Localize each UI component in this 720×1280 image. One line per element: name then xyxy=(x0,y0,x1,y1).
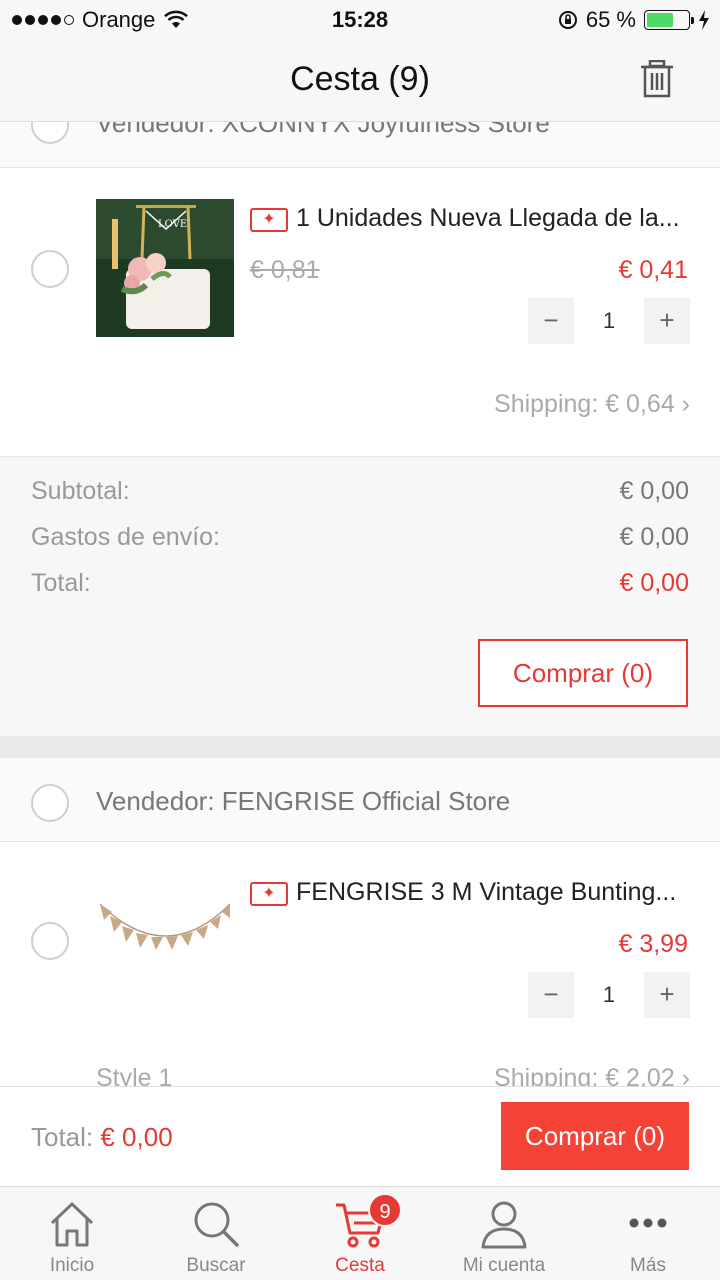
tab-buscar[interactable]: Buscar xyxy=(144,1187,288,1280)
tab-label: Cesta xyxy=(335,1255,385,1276)
cart-list[interactable]: Vendedor: XCONNYX Joyfulness Store LOVE … xyxy=(0,122,720,1086)
account-icon xyxy=(481,1201,527,1249)
status-right: 65 % xyxy=(558,7,710,33)
item-shipping-link[interactable]: Shipping: € 2,02 › xyxy=(494,1064,690,1086)
search-icon xyxy=(194,1202,239,1247)
subtotal-value: € 0,00 xyxy=(619,477,689,505)
tab-label: Mi cuenta xyxy=(462,1255,546,1276)
home-icon xyxy=(50,1202,94,1247)
tab-label: Inicio xyxy=(49,1255,95,1276)
trash-icon[interactable] xyxy=(640,60,674,98)
coupon-badge-icon: ✦ xyxy=(250,208,288,232)
item-shipping-link[interactable]: Shipping: € 0,64 › xyxy=(494,390,690,419)
battery-percent: 65 % xyxy=(585,7,636,32)
seller-select-radio[interactable] xyxy=(31,784,69,822)
svg-text:LOVE: LOVE xyxy=(158,219,187,230)
seller-name: Vendedor: XCONNYX Joyfulness Store xyxy=(96,122,550,138)
item-original-price: € 0,81 xyxy=(250,256,320,284)
store-total-label: Total: xyxy=(31,569,91,597)
tab-cesta[interactable]: 9 Cesta xyxy=(288,1187,432,1280)
increase-quantity-button[interactable]: + xyxy=(644,972,690,1018)
section-divider xyxy=(0,736,720,758)
page-title: Cesta (9) xyxy=(290,60,430,98)
shipping-cost-label: Gastos de envío: xyxy=(31,523,221,551)
store-buy-button[interactable]: Comprar (0) xyxy=(478,639,688,707)
item-variant-style: Style 1 xyxy=(96,1064,173,1086)
seller-row[interactable]: Vendedor: XCONNYX Joyfulness Store xyxy=(0,122,720,168)
navigation-bar: Cesta (9) xyxy=(0,40,720,122)
battery-icon xyxy=(644,10,694,30)
cart-total-label: Total: xyxy=(31,1122,101,1152)
coupon-badge-icon: ✦ xyxy=(250,882,288,906)
tab-label: Más xyxy=(630,1255,666,1276)
item-select-radio[interactable] xyxy=(31,922,69,960)
store-total-row: Total: € 0,00 xyxy=(31,569,689,598)
tab-inicio[interactable]: Inicio xyxy=(0,1187,144,1280)
tab-mi-cuenta[interactable]: Mi cuenta xyxy=(432,1187,576,1280)
subtotal-label: Subtotal: xyxy=(31,477,130,505)
item-select-radio[interactable] xyxy=(31,250,69,288)
quantity-stepper: − 1 + xyxy=(528,972,690,1018)
decrease-quantity-button[interactable]: − xyxy=(528,298,574,344)
cart-total: Total: € 0,00 xyxy=(31,1122,173,1153)
store-total-value: € 0,00 xyxy=(619,569,689,597)
quantity-stepper: − 1 + xyxy=(528,298,690,344)
increase-quantity-button[interactable]: + xyxy=(644,298,690,344)
cart-count-badge: 9 xyxy=(368,1193,402,1227)
cart-total-value: € 0,00 xyxy=(100,1122,173,1152)
decrease-quantity-button[interactable]: − xyxy=(528,972,574,1018)
store-summary: Subtotal: € 0,00 Gastos de envío: € 0,00… xyxy=(0,456,720,736)
tab-label: Buscar xyxy=(186,1255,246,1276)
item-title[interactable]: 1 Unidades Nueva Llegada de la... xyxy=(296,204,696,233)
product-image-cake-topper[interactable]: LOVE xyxy=(96,199,234,337)
product-image-bunting[interactable] xyxy=(96,872,234,1010)
charging-bolt-icon xyxy=(699,10,709,30)
shipping-cost-value: € 0,00 xyxy=(619,523,689,551)
status-bar: Orange 15:28 65 % xyxy=(0,0,720,40)
item-title[interactable]: FENGRISE 3 M Vintage Bunting... xyxy=(296,878,696,907)
tab-mas[interactable]: Más xyxy=(576,1187,720,1280)
checkout-bar: Total: € 0,00 Comprar (0) xyxy=(0,1086,720,1186)
subtotal-row: Subtotal: € 0,00 xyxy=(31,477,689,506)
seller-row[interactable]: Vendedor: FENGRISE Official Store xyxy=(0,758,720,842)
item-price: € 0,41 xyxy=(618,256,688,284)
checkout-button[interactable]: Comprar (0) xyxy=(501,1102,689,1170)
shipping-cost-row: Gastos de envío: € 0,00 xyxy=(31,523,689,552)
tab-bar: Inicio Buscar 9 Cesta Mi cuenta Más xyxy=(0,1186,720,1280)
more-icon xyxy=(629,1218,667,1228)
orientation-lock-icon xyxy=(558,11,577,29)
quantity-value[interactable]: 1 xyxy=(574,972,644,1018)
seller-select-radio[interactable] xyxy=(31,122,69,144)
seller-name: Vendedor: FENGRISE Official Store xyxy=(96,786,511,816)
cart-item: LOVE ✦ 1 Unidades Nueva Llegada de la...… xyxy=(0,168,720,456)
quantity-value[interactable]: 1 xyxy=(574,298,644,344)
cart-item: ✦ FENGRISE 3 M Vintage Bunting... € 3,99… xyxy=(0,842,720,1086)
item-price: € 3,99 xyxy=(618,930,688,958)
